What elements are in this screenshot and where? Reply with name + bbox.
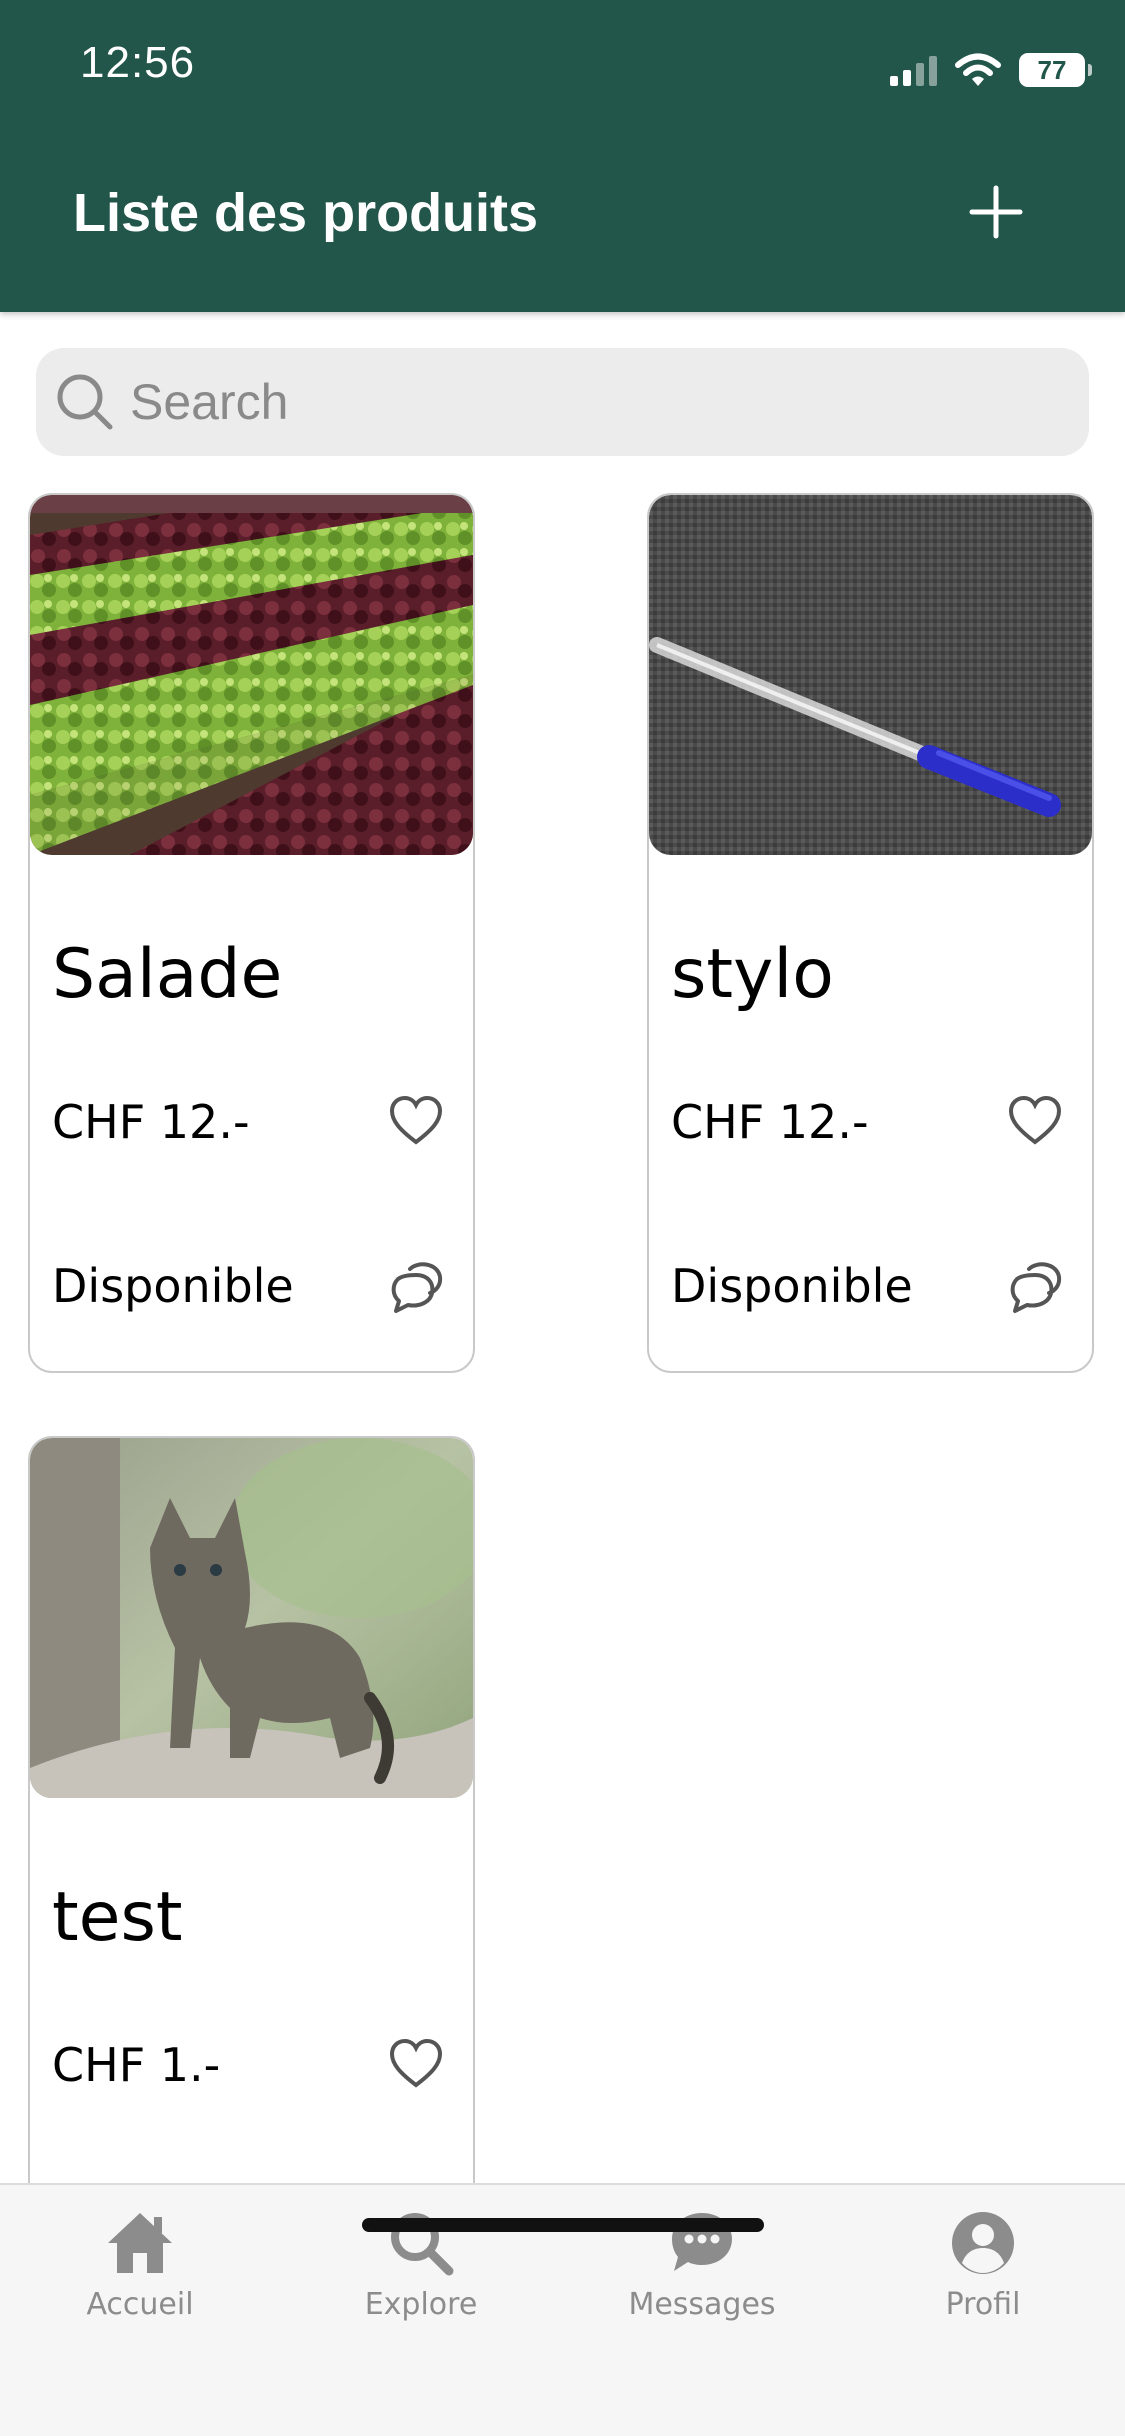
- search-placeholder: Search: [130, 374, 289, 430]
- product-status: Disponible: [671, 1259, 913, 1313]
- tab-label: Profil: [945, 2287, 1021, 2322]
- product-name: test: [52, 1878, 183, 1957]
- chat-icon[interactable]: [1007, 1257, 1065, 1315]
- product-price: CHF 12.-: [52, 1095, 250, 1149]
- user-icon: [952, 2212, 1014, 2274]
- tab-profil[interactable]: Profil: [873, 2207, 1093, 2322]
- product-card-stylo[interactable]: stylo CHF 12.- Disponible: [647, 493, 1094, 1373]
- screen: 12:56 77 Liste des produits Search Salad…: [0, 0, 1125, 2436]
- heart-icon[interactable]: [1007, 1093, 1063, 1149]
- product-status: Disponible: [52, 1259, 294, 1313]
- plus-icon[interactable]: [962, 178, 1030, 246]
- wifi-icon: [955, 53, 1001, 86]
- blue-pen-on-fabric-photo: [649, 495, 1092, 855]
- tab-label: Accueil: [86, 2287, 194, 2322]
- app-header: 12:56 77 Liste des produits: [0, 0, 1125, 312]
- home-indicator[interactable]: [362, 2218, 764, 2232]
- heart-icon[interactable]: [388, 2036, 444, 2092]
- home-icon: [108, 2213, 172, 2273]
- search-icon: [57, 374, 113, 430]
- status-time: 12:56: [80, 38, 196, 87]
- chat-icon[interactable]: [388, 1257, 446, 1315]
- product-price: CHF 12.-: [671, 1095, 869, 1149]
- heart-icon[interactable]: [388, 1093, 444, 1149]
- product-name: stylo: [671, 935, 834, 1014]
- search-input[interactable]: Search: [36, 348, 1089, 456]
- tab-label: Messages: [628, 2287, 776, 2322]
- signal-icon: [890, 54, 937, 86]
- kitten-photo: [30, 1438, 473, 1798]
- battery-indicator: 77: [1019, 53, 1092, 87]
- product-name: Salade: [52, 935, 283, 1014]
- status-icons: 77: [890, 50, 1092, 90]
- product-price: CHF 1.-: [52, 2038, 221, 2092]
- tab-label: Explore: [364, 2287, 478, 2322]
- page-title: Liste des produits: [73, 183, 539, 243]
- tab-accueil[interactable]: Accueil: [30, 2207, 250, 2322]
- product-card-salade[interactable]: Salade CHF 12.- Disponible: [28, 493, 475, 1373]
- lettuce-field-photo: [30, 495, 473, 855]
